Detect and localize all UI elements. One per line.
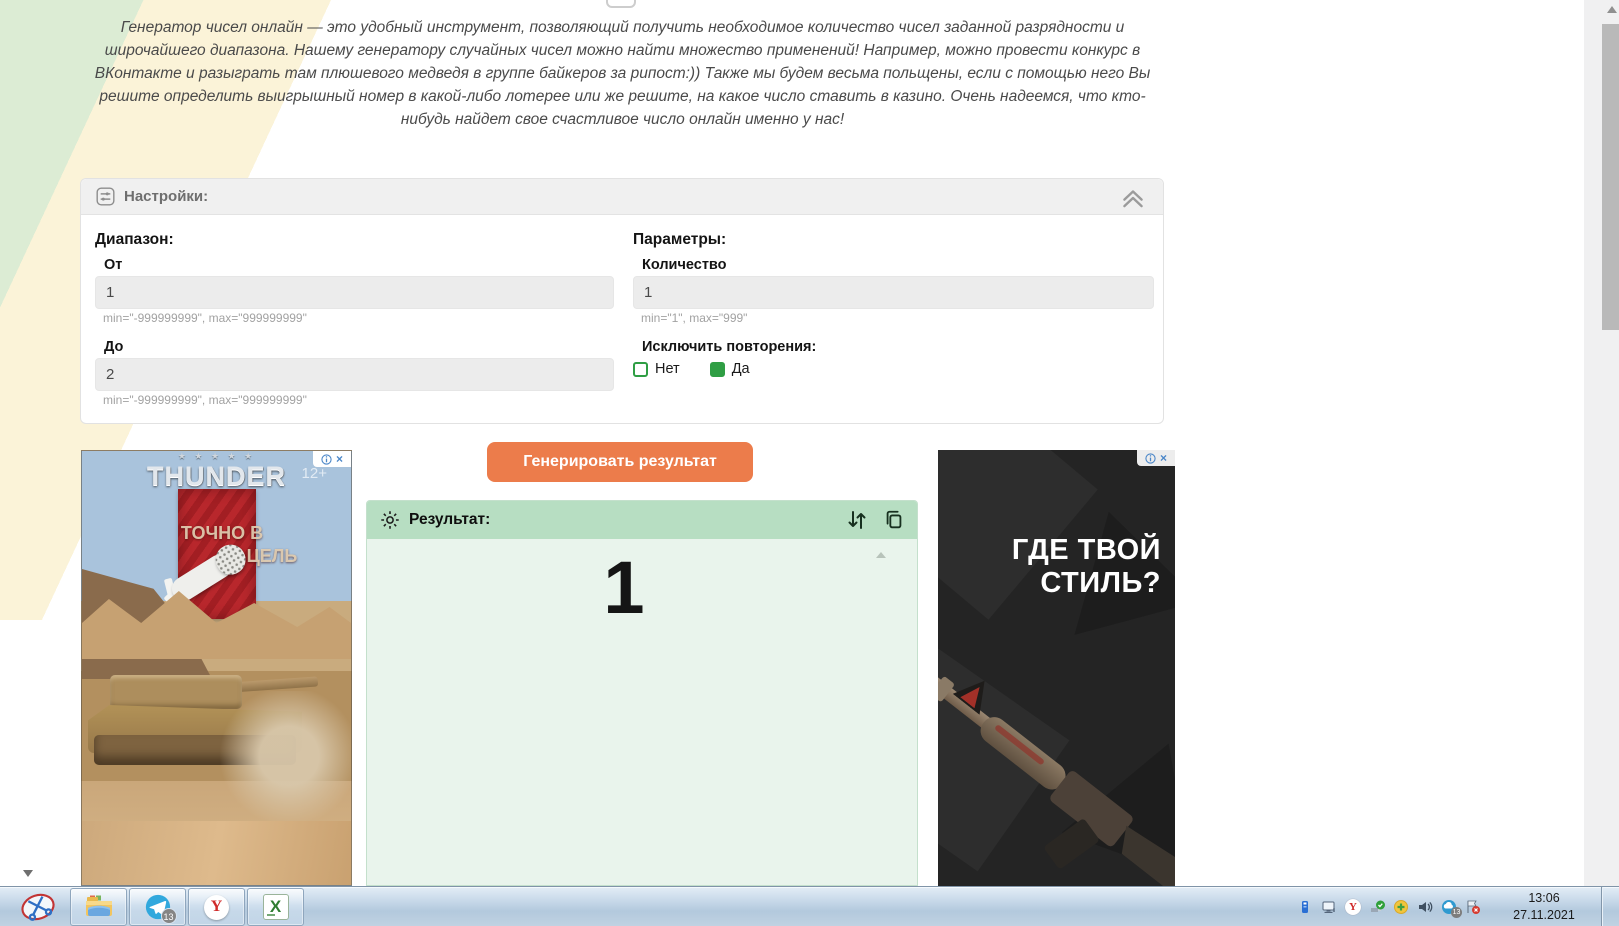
ad-headline-line2: СТИЛЬ? [1040,567,1161,599]
gear-icon [381,511,399,529]
ad-close-icon[interactable]: × [336,453,343,465]
cloud-badge: 13 [1451,907,1462,918]
scrollbar-up-icon[interactable] [1607,6,1617,13]
folder-explorer-icon [85,895,112,916]
settings-panel-header: Настройки: [81,179,1163,215]
usb-stick-icon[interactable] [1296,898,1314,916]
repeat-title: Исключить повторения: [642,339,817,355]
result-header: Результат: [367,501,917,539]
scissors-icon [21,893,55,921]
yandex-icon[interactable]: Y [1344,898,1362,916]
desktop-screen: Генератор чисел онлайн — это удобный инс… [0,0,1619,926]
option-yes[interactable]: Да [709,361,750,377]
cloud-icon[interactable]: 13 [1440,898,1462,918]
ad-controls-left: × [313,451,351,467]
safely-remove-icon[interactable] [1368,898,1386,916]
taskbar: 13 Y X Y 13 13:06 27.11.2021 [0,886,1619,926]
to-hint: min="-999999999", max="999999999" [103,393,307,407]
generate-button[interactable]: Генерировать результат [487,442,753,482]
yandex-browser-icon: Y [204,894,229,920]
result-panel: Результат: 1 [366,500,918,886]
tank-graphic [88,661,351,821]
ad-controls-right: × [1137,450,1175,466]
speaker-icon[interactable] [1416,898,1434,916]
taskbar-snipping-tool-button[interactable] [12,890,64,924]
repeat-options: Нет Да [633,361,750,377]
sort-arrows-icon[interactable] [845,508,869,532]
page-scrollbar[interactable] [1584,0,1619,886]
adchoices-info-icon[interactable] [1145,452,1156,464]
params-section-title: Параметры: [633,231,727,248]
option-no-label: Нет [655,361,680,377]
textarea-scroll-up-icon[interactable] [876,552,886,558]
taskbar-excel-button[interactable]: X [247,888,304,926]
checkbox-yes[interactable] [709,361,725,377]
count-hint: min="1", max="999" [641,311,748,325]
ad-banner-left[interactable]: ★ ★ ★ ★ ★ THUNDER 12+ × ТОЧНО В ЦЕЛЬ [81,450,352,886]
option-no[interactable]: Нет [633,361,680,377]
cutoff-header-icon [606,0,636,8]
intro-text: Генератор чисел онлайн — это удобный инс… [94,19,1151,128]
excel-icon: X [262,894,289,920]
result-value: 1 [603,546,645,629]
taskbar-telegram-button[interactable]: 13 [129,888,186,926]
taskbar-yandex-button[interactable]: Y [188,888,245,926]
sliders-icon [96,187,115,206]
taskbar-clock[interactable]: 13:06 27.11.2021 [1488,890,1600,924]
count-input[interactable]: 1 [633,276,1154,309]
from-hint: min="-999999999", max="999999999" [103,311,307,325]
ad-headline-line1: ГДЕ ТВОЙ [1011,534,1161,566]
network-monitor-icon[interactable] [1320,898,1338,916]
checkbox-no[interactable] [633,361,648,377]
chevrons-up-icon [1123,190,1143,208]
count-label: Количество [642,257,727,273]
to-label: До [104,339,124,355]
show-desktop-button[interactable] [1601,887,1619,926]
from-input[interactable]: 1 [95,276,614,309]
option-yes-label: Да [731,361,750,377]
from-label: От [104,257,123,273]
ad-age-rating: 12+ [301,465,327,482]
taskbar-explorer-button[interactable] [70,888,127,926]
clock-date: 27.11.2021 [1513,908,1575,922]
result-textarea[interactable]: 1 [367,539,917,885]
telegram-badge: 13 [160,908,177,924]
range-section-title: Диапазон: [95,231,174,248]
ad-banner-right[interactable]: × ГДЕ ТВОЙ СТИЛЬ? [938,450,1175,886]
settings-title: Настройки: [124,188,209,205]
ad-close-icon[interactable]: × [1160,452,1167,464]
copy-icon[interactable] [883,509,905,531]
action-center-flag-icon[interactable] [1464,898,1482,916]
to-input[interactable]: 2 [95,358,614,391]
scrollbar-thumb[interactable] [1602,24,1619,330]
ad-road-graphic [82,821,351,885]
scrollbar-down-icon[interactable] [23,870,33,877]
system-tray: Y 13 [1296,887,1482,926]
result-title: Результат: [409,511,491,528]
antivirus-icon[interactable] [1392,898,1410,916]
settings-panel: Настройки: Диапазон: От 1 min="-99999999… [80,178,1164,424]
clock-time: 13:06 [1528,891,1560,905]
collapse-settings-button[interactable] [1119,187,1147,209]
adchoices-info-icon[interactable] [321,453,332,465]
